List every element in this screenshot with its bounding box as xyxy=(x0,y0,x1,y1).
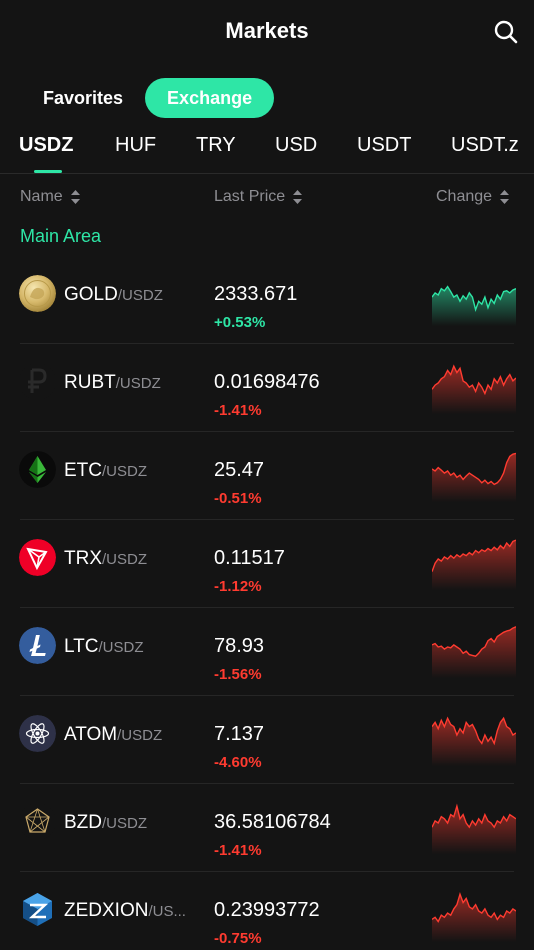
last-price: 2333.671 xyxy=(214,283,298,305)
quote-tab-usdt-z[interactable]: USDT.z xyxy=(451,134,519,157)
last-price: 78.93 xyxy=(214,635,265,657)
market-row-rubt[interactable]: RUBT/USDZ 0.01698476 -1.41% xyxy=(0,344,534,432)
sort-icon xyxy=(293,190,303,204)
name-column-label: Name xyxy=(20,188,63,205)
sparkline-area xyxy=(432,806,516,854)
tron-icon xyxy=(19,539,56,576)
pair-name: LTC/USDZ xyxy=(64,636,144,657)
sort-icon xyxy=(500,190,510,204)
pair-name: ATOM/USDZ xyxy=(64,724,163,745)
sparkline-chart xyxy=(432,716,516,766)
quote-tab-try[interactable]: TRY xyxy=(196,134,236,157)
tab-exchange[interactable]: Exchange xyxy=(145,78,275,118)
price-change: +0.53% xyxy=(214,314,266,331)
bzd-icon xyxy=(19,803,56,840)
market-segment-control: Favorites Exchange xyxy=(18,78,275,118)
zedxion-icon xyxy=(23,893,52,926)
sort-icon xyxy=(70,190,80,204)
sparkline-chart xyxy=(432,891,516,942)
top-bar: Markets xyxy=(0,0,534,64)
pair-name: BZD/USDZ xyxy=(64,812,147,833)
last-price: 0.23993772 xyxy=(214,899,320,921)
price-change: -1.12% xyxy=(214,578,262,595)
name-column-header[interactable]: Name xyxy=(20,188,80,206)
price-change: -1.41% xyxy=(214,842,262,859)
litecoin-icon xyxy=(19,627,56,664)
gold-coin-icon xyxy=(19,275,56,312)
market-row-zedxion[interactable]: ZEDXION/US... 0.23993772 -0.75% xyxy=(0,872,534,950)
last-price: 0.01698476 xyxy=(214,371,320,393)
pair-name: ZEDXION/US... xyxy=(64,900,186,921)
sparkline-chart xyxy=(432,285,516,326)
last-price-column-label: Last Price xyxy=(214,188,286,205)
ruble-icon xyxy=(19,363,56,400)
pair-name: GOLD/USDZ xyxy=(64,284,163,305)
change-column-label: Change xyxy=(436,188,493,205)
cosmos-icon xyxy=(19,715,56,752)
price-change: -1.56% xyxy=(214,666,262,683)
divider xyxy=(0,173,534,174)
last-price: 0.11517 xyxy=(214,547,285,569)
quote-tab-huf[interactable]: HUF xyxy=(115,134,156,157)
sparkline-chart xyxy=(432,364,516,414)
ethereum-classic-icon xyxy=(19,451,56,488)
market-row-trx[interactable]: TRX/USDZ 0.11517 -1.12% xyxy=(0,520,534,608)
market-row-ltc[interactable]: LTC/USDZ 78.93 -1.56% xyxy=(0,608,534,696)
market-row-bzd[interactable]: BZD/USDZ 36.58106784 -1.41% xyxy=(0,784,534,872)
sparkline-area xyxy=(432,626,516,678)
quote-tab-usdt[interactable]: USDT xyxy=(357,134,411,157)
pair-name: ETC/USDZ xyxy=(64,460,147,481)
sparkline-area xyxy=(432,366,516,414)
price-change: -1.41% xyxy=(214,402,262,419)
last-price: 7.137 xyxy=(214,723,265,745)
sparkline-area xyxy=(432,453,516,502)
market-row-gold[interactable]: GOLD/USDZ 2333.671 +0.53% xyxy=(0,256,534,344)
price-change: -4.60% xyxy=(214,754,262,771)
page-title: Markets xyxy=(225,18,309,43)
sparkline-chart xyxy=(432,539,516,590)
quote-tab-usd[interactable]: USD xyxy=(275,134,317,157)
column-headers: Name Last Price Change xyxy=(0,188,534,210)
tab-favorites[interactable]: Favorites xyxy=(18,78,145,118)
sparkline-chart xyxy=(432,803,516,854)
sparkline-chart xyxy=(432,626,516,678)
quote-currency-tabs: USDZ HUF TRY USD USDT USDT.z xyxy=(0,130,534,174)
price-change: -0.75% xyxy=(214,930,262,947)
pair-name: TRX/USDZ xyxy=(64,548,147,569)
last-price: 36.58106784 xyxy=(214,811,331,833)
section-label: Main Area xyxy=(20,226,102,246)
last-price-column-header[interactable]: Last Price xyxy=(214,188,303,206)
change-column-header[interactable]: Change xyxy=(436,188,510,206)
price-change: -0.51% xyxy=(214,490,262,507)
quote-tab-usdz[interactable]: USDZ xyxy=(19,134,73,157)
sparkline-chart xyxy=(432,452,516,502)
market-row-atom[interactable]: ATOM/USDZ 7.137 -4.60% xyxy=(0,696,534,784)
pair-name: RUBT/USDZ xyxy=(64,372,161,393)
market-row-etc[interactable]: ETC/USDZ 25.47 -0.51% xyxy=(0,432,534,520)
last-price: 25.47 xyxy=(214,459,265,481)
search-icon[interactable] xyxy=(492,18,520,46)
